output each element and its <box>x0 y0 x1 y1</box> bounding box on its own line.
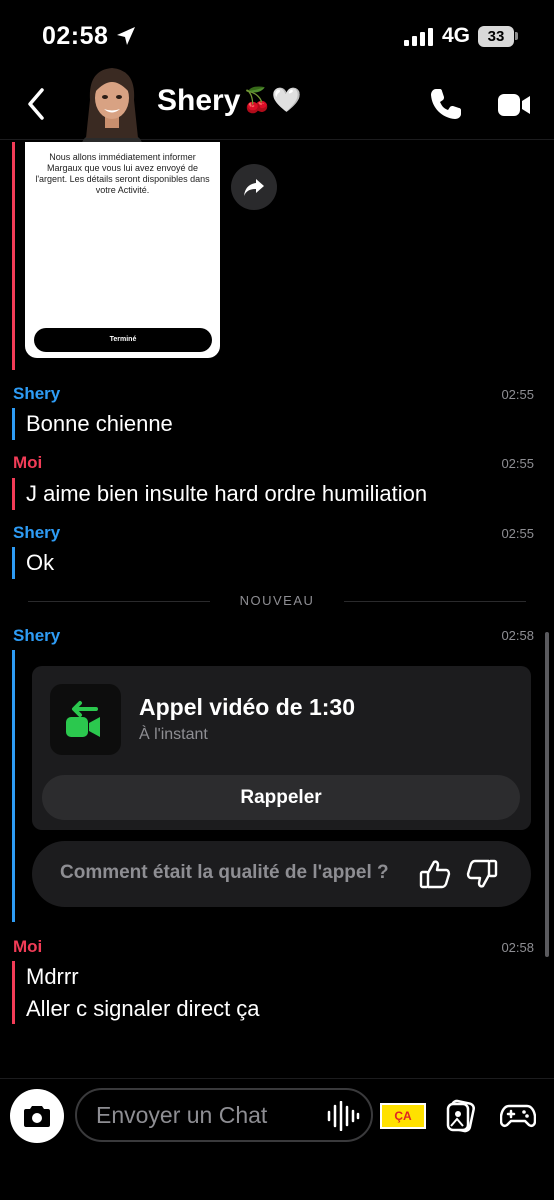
phone-icon[interactable] <box>428 86 464 122</box>
snap-text: Nous allons immédiatement informer Marga… <box>35 152 210 195</box>
call-icon-box <box>50 684 121 755</box>
thumbs-up-icon[interactable] <box>418 857 452 891</box>
message-sender: Shery <box>13 384 61 403</box>
divider-line-right <box>344 601 526 602</box>
recall-button[interactable]: Rappeler <box>42 775 520 820</box>
camera-icon <box>24 1106 50 1127</box>
share-arrow-icon <box>244 179 264 196</box>
back-icon[interactable] <box>22 86 52 122</box>
video-call-icon[interactable] <box>496 90 532 120</box>
call-card[interactable]: Appel vidéo de 1:30 À l'instant Rappeler <box>32 666 531 830</box>
message-bar-me <box>12 478 15 510</box>
message-bar-me <box>12 142 15 370</box>
message-time: 02:58 <box>501 628 534 643</box>
message-sender: Shery <box>13 523 61 542</box>
message-text[interactable]: Ok <box>26 550 54 576</box>
snap-image[interactable]: Nous allons immédiatement informer Marga… <box>25 142 220 358</box>
sticker-label: ÇA <box>394 1109 412 1123</box>
voice-wave-icon[interactable] <box>326 1101 360 1131</box>
message-bar-them <box>12 547 15 579</box>
message-bar-me <box>12 961 15 1024</box>
games-controller-icon[interactable] <box>500 1101 536 1131</box>
camera-button[interactable] <box>10 1089 64 1143</box>
signal-icon <box>404 28 433 46</box>
message-text-line1[interactable]: Mdrrr <box>26 964 79 990</box>
network-label: 4G <box>442 24 471 47</box>
missed-video-call-icon <box>66 701 100 737</box>
message-sender: Moi <box>13 453 43 472</box>
message-text[interactable]: J aime bien insulte hard ordre humiliati… <box>26 481 427 507</box>
message-bar-them <box>12 650 15 922</box>
avatar[interactable] <box>76 60 148 146</box>
message-text[interactable]: Bonne chienne <box>26 411 173 437</box>
share-button[interactable] <box>231 164 277 210</box>
message-time: 02:55 <box>501 526 534 541</box>
battery-indicator: 33 <box>478 26 514 47</box>
call-rating-card: Comment était la qualité de l'appel ? <box>32 841 531 907</box>
status-time: 02:58 <box>42 22 109 50</box>
call-subtitle: À l'instant <box>139 726 208 743</box>
thumbs-down-icon[interactable] <box>465 857 499 891</box>
composer-bar: ÇA <box>0 1078 554 1200</box>
message-time: 02:55 <box>501 456 534 471</box>
rating-question: Comment était la qualité de l'appel ? <box>60 862 389 883</box>
snap-done-button: Terminé <box>34 328 212 352</box>
chat-header: Shery 🍒🤍 <box>0 68 554 146</box>
contact-name[interactable]: Shery <box>157 84 240 118</box>
message-time: 02:58 <box>501 940 534 955</box>
message-sender: Moi <box>13 937 43 956</box>
battery-tip <box>515 32 518 40</box>
message-time: 02:55 <box>501 387 534 402</box>
memories-gallery-icon[interactable] <box>445 1099 477 1133</box>
sticker-icon[interactable]: ÇA <box>380 1103 426 1129</box>
message-bar-them <box>12 408 15 440</box>
location-arrow-icon <box>117 27 135 45</box>
message-text-line2[interactable]: Aller c signaler direct ça <box>26 996 260 1022</box>
scrollbar[interactable] <box>545 632 549 957</box>
call-title: Appel vidéo de 1:30 <box>139 694 356 720</box>
name-emoji: 🍒🤍 <box>242 87 302 114</box>
message-sender: Shery <box>13 626 61 645</box>
